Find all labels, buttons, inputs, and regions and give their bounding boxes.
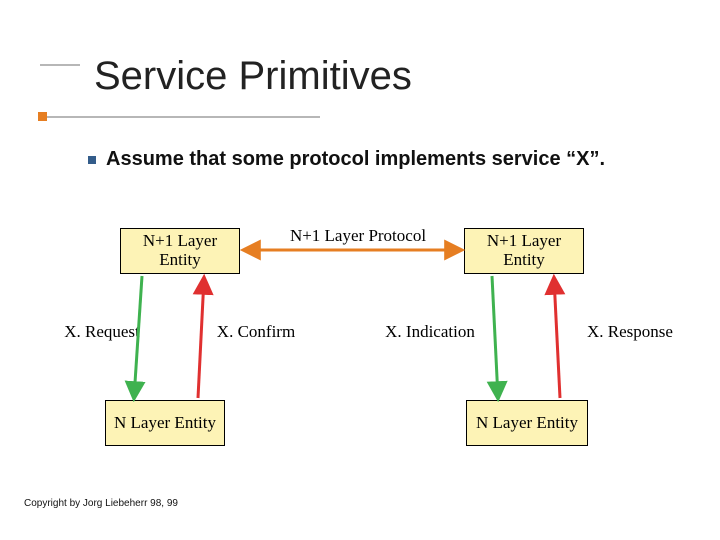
label-request: X. Request [42,322,162,342]
label-indication: X. Indication [370,322,490,342]
protocol-label: N+1 Layer Protocol [258,226,458,246]
copyright-text: Copyright by Jorg Liebeherr 98, 99 [24,498,178,509]
box-lower-right-entity: N Layer Entity [466,400,588,446]
arrow-overlay [0,0,720,540]
box-lower-right-label: N Layer Entity [476,414,578,433]
box-upper-left-label: N+1 Layer Entity [121,232,239,269]
label-response: X. Response [570,322,690,342]
box-upper-right-entity: N+1 Layer Entity [464,228,584,274]
slide: Service Primitives Assume that some prot… [0,0,720,540]
box-lower-left-entity: N Layer Entity [105,400,225,446]
diagram: N+1 Layer Entity N+1 Layer Entity N Laye… [0,0,720,540]
box-upper-right-label: N+1 Layer Entity [465,232,583,269]
box-upper-left-entity: N+1 Layer Entity [120,228,240,274]
box-lower-left-label: N Layer Entity [114,414,216,433]
label-confirm: X. Confirm [196,322,316,342]
